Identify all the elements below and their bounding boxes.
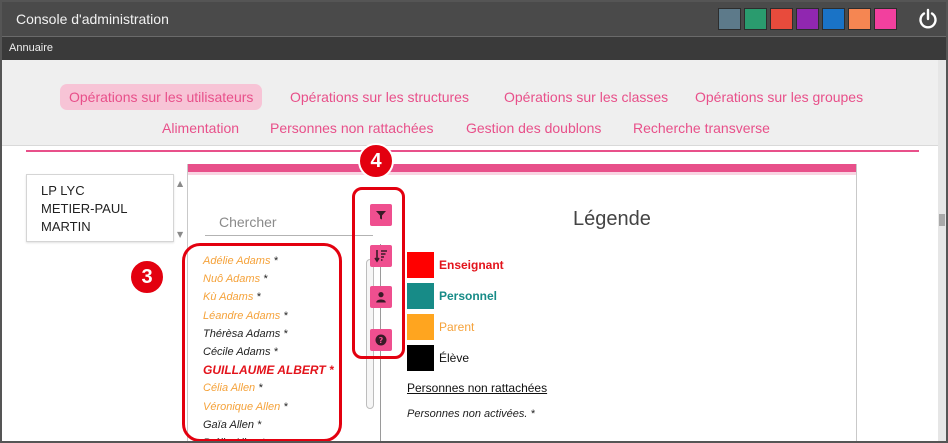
theme-swatch-blue[interactable] bbox=[822, 8, 845, 30]
structure-scroll-down-icon[interactable]: ▼ bbox=[177, 230, 183, 239]
legend-swatch bbox=[407, 252, 434, 278]
theme-swatch-orange[interactable] bbox=[848, 8, 871, 30]
theme-swatch-red[interactable] bbox=[770, 8, 793, 30]
legend-item-parent: Parent bbox=[407, 314, 474, 340]
legend-swatch bbox=[407, 283, 434, 309]
legend-swatch bbox=[407, 314, 434, 340]
callout-number-4: 4 bbox=[358, 143, 394, 179]
search-input[interactable] bbox=[205, 208, 373, 235]
callout-ring-toolbar bbox=[352, 187, 405, 359]
structure-selector[interactable]: LP LYC METIER-PAUL MARTIN bbox=[26, 174, 174, 242]
callout-ring-users bbox=[182, 243, 342, 441]
tab-recherche-transverse[interactable]: Recherche transverse bbox=[624, 115, 779, 141]
legend-label: Personnel bbox=[439, 289, 498, 303]
legend-item-eleve: Élève bbox=[407, 345, 469, 371]
structure-line: LP LYC bbox=[41, 183, 85, 198]
legend-title: Légende bbox=[573, 208, 651, 230]
legend-note: Personnes non activées. * bbox=[407, 408, 535, 420]
legend-label: Enseignant bbox=[439, 258, 504, 272]
panel-header-shadow bbox=[188, 172, 856, 175]
section-divider bbox=[26, 150, 919, 152]
tab-gestion-doublons[interactable]: Gestion des doublons bbox=[457, 115, 610, 141]
top-bar: Console d'administration bbox=[2, 2, 946, 36]
power-icon[interactable] bbox=[917, 8, 939, 30]
tab-operations-groupes[interactable]: Opérations sur les groupes bbox=[686, 84, 872, 110]
tabs-area: Opérations sur les utilisateurs Opératio… bbox=[2, 60, 946, 146]
breadcrumb-annuaire[interactable]: Annuaire bbox=[9, 42, 53, 54]
tab-alimentation[interactable]: Alimentation bbox=[153, 115, 248, 141]
theme-swatches bbox=[718, 8, 897, 30]
structure-line: METIER-PAUL bbox=[41, 201, 128, 216]
app-title: Console d'administration bbox=[16, 11, 169, 27]
callout-number-3: 3 bbox=[129, 259, 165, 295]
legend-label: Élève bbox=[439, 351, 470, 365]
theme-swatch-purple[interactable] bbox=[796, 8, 819, 30]
app-window: Console d'administration Annuaire Opérat… bbox=[0, 0, 948, 443]
structure-line: MARTIN bbox=[41, 219, 91, 234]
breadcrumb-bar: Annuaire bbox=[2, 36, 946, 60]
tab-operations-utilisateurs[interactable]: Opérations sur les utilisateurs bbox=[60, 84, 263, 110]
legend-item-enseignant: Enseignant bbox=[407, 252, 504, 278]
legend-label: Parent bbox=[439, 320, 475, 334]
page-scrollbar[interactable] bbox=[938, 60, 946, 441]
structure-scroll-up-icon[interactable]: ▲ bbox=[177, 179, 183, 188]
theme-swatch-pink[interactable] bbox=[874, 8, 897, 30]
legend-item-personnel: Personnel bbox=[407, 283, 497, 309]
theme-swatch-green[interactable] bbox=[744, 8, 767, 30]
page-scrollbar-thumb[interactable] bbox=[939, 214, 945, 226]
tab-operations-structures[interactable]: Opérations sur les structures bbox=[281, 84, 478, 110]
panel-header-bar bbox=[188, 164, 856, 172]
theme-swatch-slate[interactable] bbox=[718, 8, 741, 30]
tab-personnes-non-rattachees[interactable]: Personnes non rattachées bbox=[261, 115, 442, 141]
personnes-non-rattachees-link[interactable]: Personnes non rattachées bbox=[407, 381, 547, 395]
tab-operations-classes[interactable]: Opérations sur les classes bbox=[495, 84, 677, 110]
search-field[interactable] bbox=[205, 208, 373, 236]
legend-swatch bbox=[407, 345, 434, 371]
